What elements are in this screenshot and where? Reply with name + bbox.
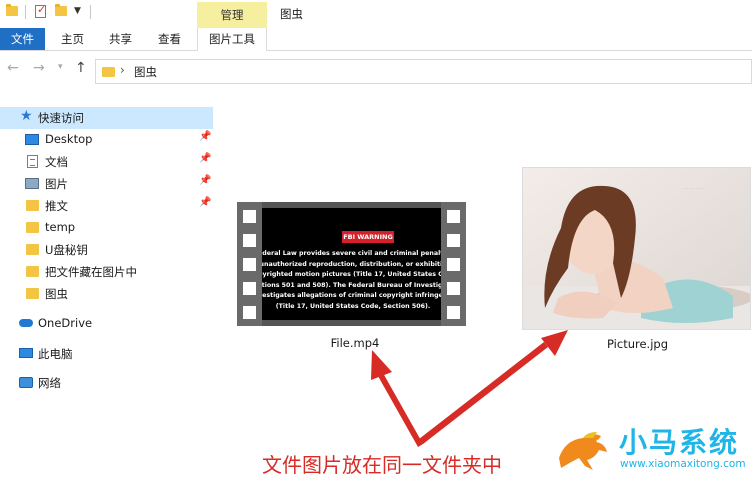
fbi-warning-badge: FBI WARNING bbox=[342, 231, 394, 243]
folder-icon bbox=[102, 67, 115, 77]
sidebar-item-onedrive[interactable]: OneDrive bbox=[0, 313, 213, 335]
folder-icon bbox=[26, 222, 39, 233]
desktop-icon bbox=[25, 134, 39, 145]
toolbar-divider bbox=[90, 5, 91, 19]
folder-icon bbox=[26, 200, 39, 211]
watermark-url: www.xiaomaxitong.com bbox=[620, 458, 746, 470]
sidebar-item-temp[interactable]: temp bbox=[0, 217, 213, 239]
back-button[interactable]: ← bbox=[7, 60, 19, 76]
tab-view[interactable]: 查看 bbox=[152, 28, 187, 50]
navigation-pane: ★ 快速访问 Desktop 📌 文档 📌 图片 📌 推文 📌 temp U盘秘… bbox=[0, 100, 213, 485]
sidebar-item-quick-access[interactable]: ★ 快速访问 bbox=[0, 107, 213, 129]
document-icon bbox=[27, 155, 38, 168]
sidebar-item-label: 文档 bbox=[45, 155, 68, 169]
sidebar-item-label: U盘秘钥 bbox=[45, 243, 88, 257]
window-title: 图虫 bbox=[280, 7, 303, 21]
properties-icon[interactable] bbox=[35, 3, 46, 18]
pin-icon[interactable]: 📌 bbox=[199, 175, 211, 186]
sidebar-item-label: 图虫 bbox=[45, 287, 68, 301]
sidebar-item-label: 快速访问 bbox=[38, 111, 84, 125]
tab-file[interactable]: 文件 bbox=[0, 28, 45, 50]
forward-button[interactable]: → bbox=[33, 60, 45, 76]
star-icon: ★ bbox=[20, 108, 33, 124]
film-strip-right bbox=[441, 202, 466, 326]
sidebar-item-label: 图片 bbox=[45, 177, 68, 191]
sidebar-item-label: 把文件藏在图片中 bbox=[45, 265, 137, 279]
folder-icon bbox=[26, 288, 39, 299]
pin-icon[interactable]: 📌 bbox=[199, 131, 211, 142]
ribbon-tabs: 文件 主页 共享 查看 图片工具 bbox=[0, 28, 752, 51]
customize-toolbar-icon[interactable]: ▼ bbox=[74, 6, 81, 16]
pictures-icon bbox=[25, 178, 39, 189]
sidebar-item-label: 网络 bbox=[38, 376, 61, 390]
sidebar-item-usb-key[interactable]: U盘秘钥 bbox=[0, 239, 213, 261]
sidebar-item-tweets[interactable]: 推文 📌 bbox=[0, 195, 213, 217]
sidebar-item-label: OneDrive bbox=[38, 316, 93, 330]
pin-icon[interactable]: 📌 bbox=[199, 197, 211, 208]
horse-logo-icon bbox=[559, 432, 607, 470]
folder-icon bbox=[26, 244, 39, 255]
picture-thumbnail[interactable]: · · · · · · · bbox=[522, 167, 751, 330]
tab-share[interactable]: 共享 bbox=[103, 28, 138, 50]
sidebar-item-this-pc[interactable]: 此电脑 bbox=[0, 343, 213, 365]
folder-icon bbox=[26, 266, 39, 277]
cloud-icon bbox=[19, 319, 33, 327]
address-bar[interactable]: › 图虫 bbox=[95, 59, 752, 84]
sidebar-item-label: 此电脑 bbox=[38, 347, 73, 361]
chevron-right-icon[interactable]: › bbox=[120, 63, 125, 77]
address-row: ← → ▾ ↑ › 图虫 bbox=[0, 57, 752, 87]
sidebar-item-label: temp bbox=[45, 220, 76, 234]
sidebar-item-tuchong[interactable]: 图虫 bbox=[0, 283, 213, 305]
sidebar-item-label: 推文 bbox=[45, 199, 68, 213]
sidebar-item-documents[interactable]: 文档 📌 bbox=[0, 151, 213, 173]
file-name-video[interactable]: File.mp4 bbox=[310, 336, 400, 350]
network-icon bbox=[19, 377, 33, 388]
toolbar-divider bbox=[25, 5, 26, 19]
sidebar-item-hide-file[interactable]: 把文件藏在图片中 bbox=[0, 261, 213, 283]
new-folder-icon[interactable] bbox=[55, 4, 67, 16]
annotation-caption: 文件图片放在同一文件夹中 bbox=[262, 453, 502, 477]
watermark-title: 小马系统 bbox=[619, 426, 740, 459]
tab-picture-tools[interactable]: 图片工具 bbox=[197, 28, 267, 51]
sidebar-item-label: Desktop bbox=[45, 132, 93, 146]
video-thumbnail[interactable]: FBI WARNING ederal Law provides severe c… bbox=[237, 202, 466, 326]
sidebar-item-desktop[interactable]: Desktop 📌 bbox=[0, 129, 213, 151]
breadcrumb[interactable]: 图虫 bbox=[134, 64, 157, 80]
photo-image: · · · · · · · bbox=[523, 168, 750, 329]
folder-icon[interactable] bbox=[6, 4, 18, 16]
up-button[interactable]: ↑ bbox=[75, 60, 87, 76]
quick-access-toolbar: ▼ 管理 图虫 bbox=[0, 0, 752, 29]
pin-icon[interactable]: 📌 bbox=[199, 153, 211, 164]
recent-locations-button[interactable]: ▾ bbox=[58, 62, 63, 72]
warning-text: ederal Law provides severe civil and cri… bbox=[262, 250, 441, 310]
sidebar-item-network[interactable]: 网络 bbox=[0, 372, 213, 394]
video-frame: FBI WARNING ederal Law provides severe c… bbox=[262, 208, 441, 320]
film-strip-left bbox=[237, 202, 262, 326]
sidebar-item-pictures[interactable]: 图片 📌 bbox=[0, 173, 213, 195]
tab-home[interactable]: 主页 bbox=[55, 28, 90, 50]
context-tab-manage[interactable]: 管理 bbox=[197, 2, 267, 29]
file-name-picture[interactable]: Picture.jpg bbox=[590, 337, 685, 351]
computer-icon bbox=[19, 348, 33, 358]
svg-text:· · · · · · ·: · · · · · · · bbox=[683, 186, 704, 192]
